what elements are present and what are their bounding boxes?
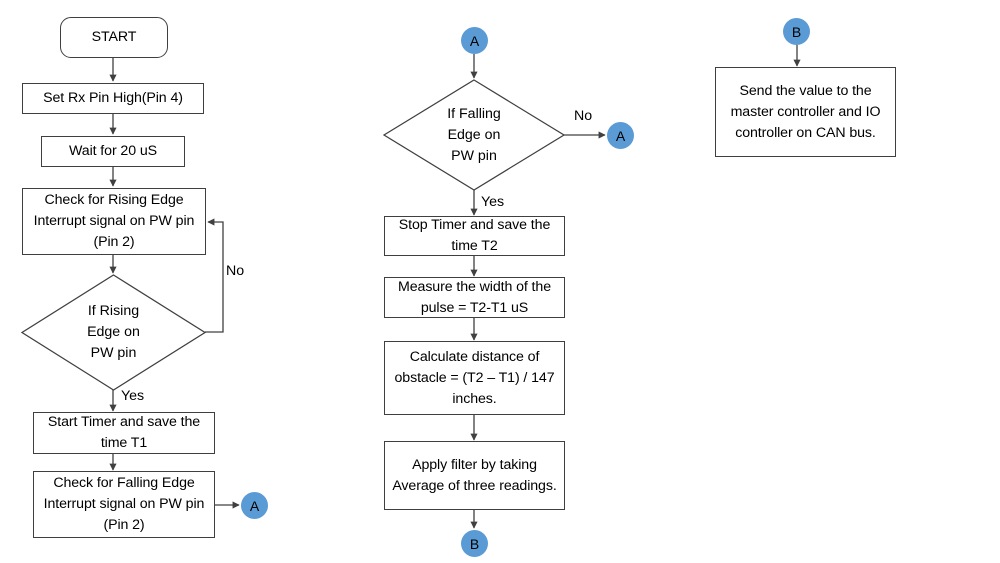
node-send-value[interactable]: Send the value to the master controller … xyxy=(715,67,896,157)
node-set-rx-pin-high-label: Set Rx Pin High(Pin 4) xyxy=(43,90,183,106)
node-start-label: START xyxy=(91,29,137,45)
connector-b-exit[interactable]: B xyxy=(461,530,488,557)
node-start-timer[interactable]: Start Timer and save the time T1 xyxy=(33,412,215,454)
node-measure-width[interactable]: Measure the width of the pulse = T2-T1 u… xyxy=(384,277,565,318)
node-check-falling-edge-label: Check for Falling Edge Interrupt signal … xyxy=(43,475,205,533)
connector-b-entry-label: B xyxy=(791,23,802,40)
edge-label-falling-yes: Yes xyxy=(481,194,504,210)
connector-a-entry[interactable]: A xyxy=(461,27,488,54)
node-wait-20us-label: Wait for 20 uS xyxy=(69,143,157,159)
node-apply-filter[interactable]: Apply filter by taking Average of three … xyxy=(384,441,565,510)
edge-label-falling-no: No xyxy=(574,108,592,124)
node-stop-timer-label: Stop Timer and save the time T2 xyxy=(398,217,551,254)
node-send-value-label: Send the value to the master controller … xyxy=(730,82,881,141)
connector-a-entry-label: A xyxy=(469,32,480,49)
connector-a-loop[interactable]: A xyxy=(607,122,634,149)
edge-label-rising-yes-text: Yes xyxy=(121,388,145,404)
node-if-falling-edge[interactable]: If Falling Edge on PW pin xyxy=(383,79,565,191)
node-check-rising-edge-label: Check for Rising Edge Interrupt signal o… xyxy=(33,192,195,250)
node-apply-filter-label: Apply filter by taking Average of three … xyxy=(392,456,557,494)
edge-ifrising-no-loop xyxy=(205,218,224,333)
edge-label-rising-no-text: No xyxy=(226,263,245,279)
connector-b-entry[interactable]: B xyxy=(783,18,810,45)
connector-a-exit[interactable]: A xyxy=(241,492,268,519)
edge-label-rising-no: No xyxy=(226,263,244,279)
node-start-timer-label: Start Timer and save the time T1 xyxy=(47,414,201,451)
node-calculate-distance[interactable]: Calculate distance of obstacle = (T2 – T… xyxy=(384,341,565,415)
node-if-rising-edge-label: If Rising Edge on PW pin xyxy=(87,303,140,361)
node-check-falling-edge[interactable]: Check for Falling Edge Interrupt signal … xyxy=(33,471,215,538)
node-calculate-distance-label: Calculate distance of obstacle = (T2 – T… xyxy=(394,348,555,407)
node-wait-20us[interactable]: Wait for 20 uS xyxy=(41,136,185,167)
edge-label-rising-yes: Yes xyxy=(121,388,144,404)
node-if-falling-edge-label: If Falling Edge on PW pin xyxy=(447,105,501,164)
connector-b-exit-label: B xyxy=(469,535,480,552)
flowchart-canvas: START Set Rx Pin High(Pin 4) Wait for 20… xyxy=(0,0,1000,563)
connector-a-exit-label: A xyxy=(249,497,260,514)
node-stop-timer[interactable]: Stop Timer and save the time T2 xyxy=(384,216,565,256)
node-set-rx-pin-high[interactable]: Set Rx Pin High(Pin 4) xyxy=(22,83,204,114)
connector-a-loop-label: A xyxy=(615,127,626,144)
node-measure-width-label: Measure the width of the pulse = T2-T1 u… xyxy=(398,278,551,316)
edge-label-falling-no-text: No xyxy=(574,108,593,124)
edge-label-falling-yes-text: Yes xyxy=(481,194,505,210)
node-check-rising-edge[interactable]: Check for Rising Edge Interrupt signal o… xyxy=(22,188,206,255)
node-if-rising-edge[interactable]: If Rising Edge on PW pin xyxy=(21,274,206,391)
node-start[interactable]: START xyxy=(60,17,168,58)
